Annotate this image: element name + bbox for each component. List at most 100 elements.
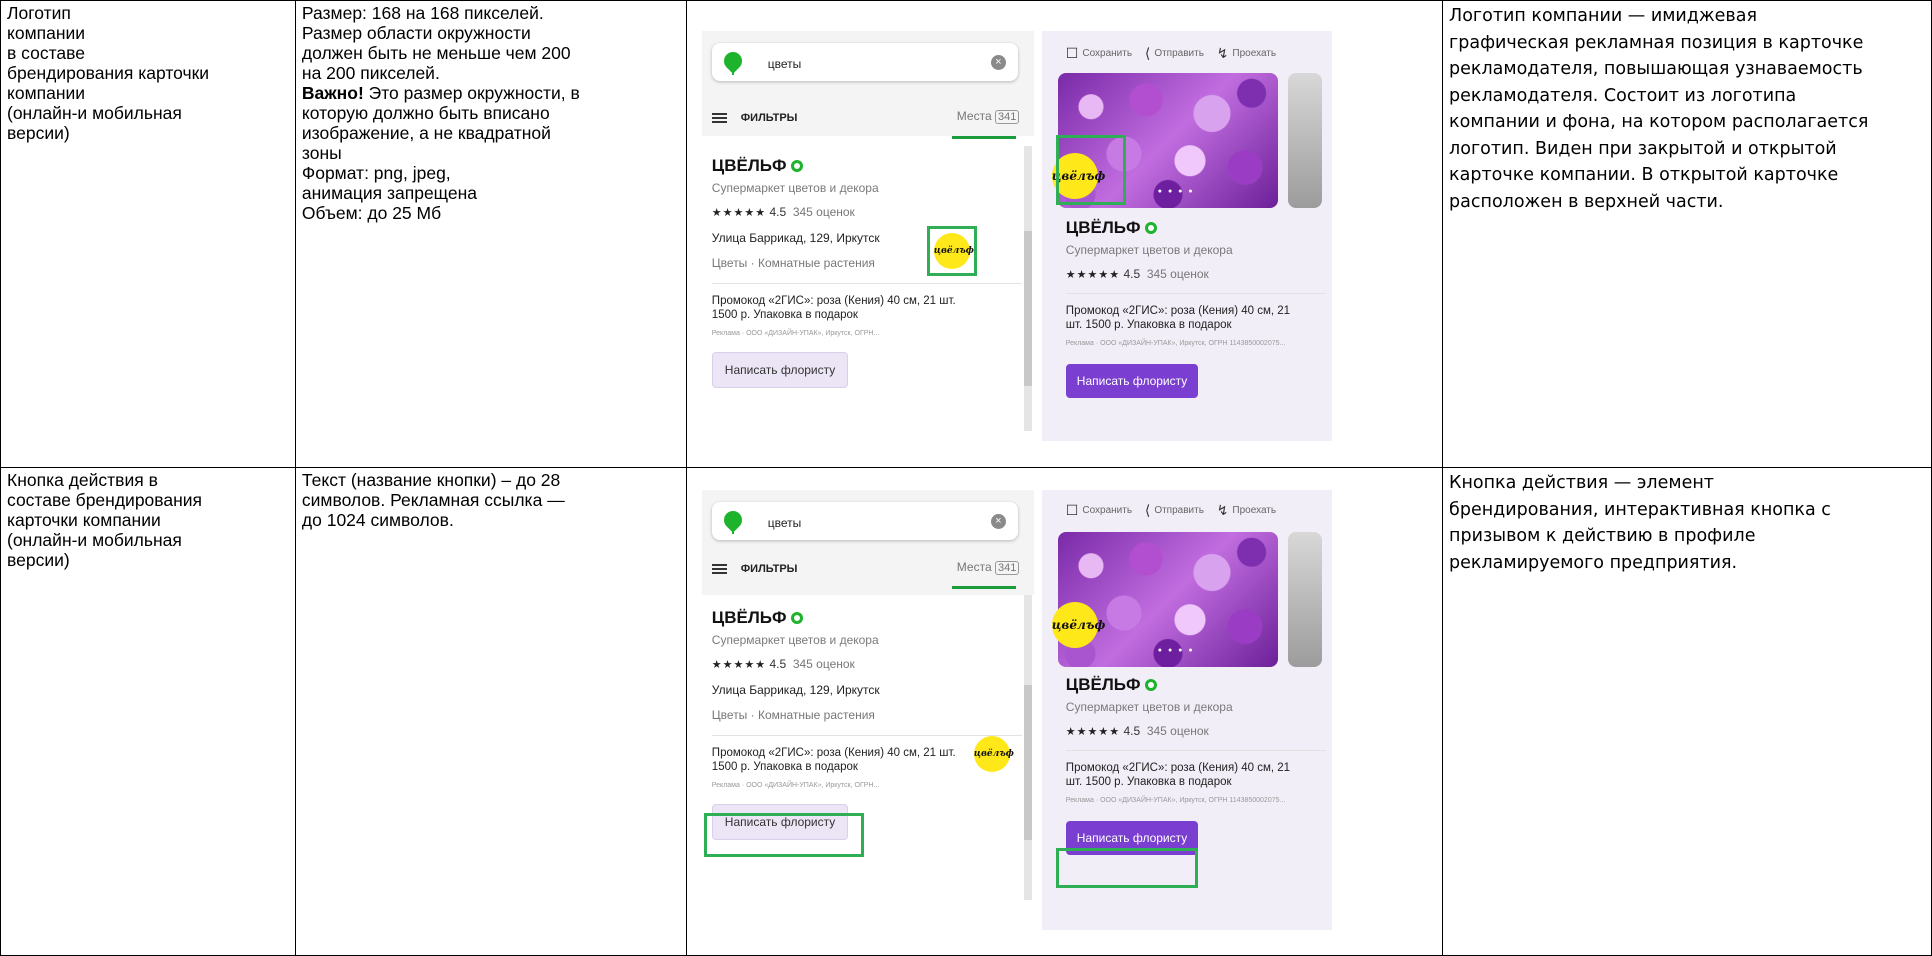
description-line: карточке компании. В открытой карточке <box>1449 165 1839 185</box>
next-photo[interactable] <box>1287 73 1322 208</box>
element-name-line: (онлайн-и мобильная <box>7 103 182 123</box>
requirement-text: Размер области окружности <box>301 23 531 43</box>
places-tab[interactable]: Места 341 <box>957 106 1020 127</box>
scrollbar-thumb[interactable] <box>1023 231 1032 386</box>
rating-value: 4.5 <box>1123 724 1141 738</box>
rating-row: ★★★★★ 4.5 345 оценок <box>1066 264 1326 285</box>
route-button[interactable]: ↯ Проехать <box>1217 45 1276 61</box>
description-line: логотип. Виден при закрытой и открытой <box>1449 138 1837 159</box>
description-line: расположен в верхней части. <box>1449 191 1724 212</box>
search-query: цветы <box>767 57 802 71</box>
rating-row: ★★★★★ 4.5 345 оценок <box>1066 721 1326 742</box>
rating-row: ★★★★★ 4.5 345 оценок <box>712 202 1022 223</box>
requirement-line: должен быть не меньше чем 200 <box>302 43 686 63</box>
profile-info: ЦВЁЛЬФ Супермаркет цветов и декора ★★★★★… <box>1065 218 1326 398</box>
description-line: Кнопка действия — элемент <box>1449 473 1714 493</box>
rating-value: 4.5 <box>1123 267 1141 281</box>
screenshot-cell: цветы × ФИЛЬТРЫ Места 341 ЦВЁЛЬФ Суперма… <box>685 0 1444 468</box>
places-tab[interactable]: Места 341 <box>957 557 1020 578</box>
search-query: цветы <box>767 516 802 530</box>
route-button[interactable]: ↯ Проехать <box>1217 502 1276 518</box>
share-button[interactable]: ⟨ Отправить <box>1144 45 1204 61</box>
promo-text: Промокод «2ГИС»: роза (Кения) 40 см, 21 … <box>711 295 956 321</box>
company-name: ЦВЁЛЬФ <box>1065 218 1141 237</box>
next-photo[interactable] <box>1287 532 1322 667</box>
description-line: графическая рекламная позиция в карточке <box>1449 32 1864 53</box>
clear-icon[interactable]: × <box>990 55 1006 70</box>
stars-icon: ★★★★★ <box>1065 726 1121 738</box>
profile-logo: цвёлъф <box>1051 602 1105 648</box>
verified-icon <box>790 612 803 624</box>
verified-icon <box>790 160 803 172</box>
legal-text: Реклама · ООО «ДИЗАЙН-УПАК», Иркутск, ОГ… <box>1065 797 1286 804</box>
legal-text: Реклама · ООО «ДИЗАЙН-УПАК», Иркутск, ОГ… <box>1065 340 1286 347</box>
company-name: ЦВЁЛЬФ <box>1065 675 1141 694</box>
element-name-line: Логотип <box>7 3 71 23</box>
requirement-text: анимация запрещена <box>301 183 478 203</box>
divider <box>711 735 1022 736</box>
carousel-dots: ● ● ● ● <box>1157 188 1195 195</box>
highlight-frame <box>703 813 864 857</box>
company-photo[interactable]: ● ● ● ● <box>1057 532 1278 667</box>
element-name-line: (онлайн-и мобильная <box>7 530 182 550</box>
places-label: Места <box>956 560 992 574</box>
filter-icon <box>711 562 727 576</box>
verified-icon <box>1144 222 1157 234</box>
requirement-line: Размер области окружности <box>302 23 686 43</box>
profile-actions: ☐ Сохранить ⟨ Отправить ↯ Проехать <box>1066 500 1286 521</box>
promo-text: Промокод «2ГИС»: роза (Кения) 40 см, 21 … <box>711 747 956 773</box>
filters-button[interactable]: ФИЛЬТРЫ <box>711 108 798 128</box>
reviews-count: 345 оценок <box>792 205 855 219</box>
requirement-line: анимация запрещена <box>302 183 686 203</box>
requirement-line: до 1024 символов. <box>302 510 686 530</box>
company-subtitle: Супермаркет цветов и декора <box>711 633 879 647</box>
share-icon: ⟨ <box>1144 45 1151 61</box>
company-card[interactable]: ЦВЁЛЬФ Супермаркет цветов и декора ★★★★★… <box>711 608 1022 840</box>
requirement-line: Формат: png, jpeg, <box>302 163 686 183</box>
filters-button[interactable]: ФИЛЬТРЫ <box>711 559 797 579</box>
save-button[interactable]: ☐ Сохранить <box>1066 502 1132 518</box>
description-line: рекламодателя. Состоит из логотипа <box>1449 85 1797 106</box>
stars-icon: ★★★★★ <box>711 207 767 219</box>
reviews-count: 345 оценок <box>1146 267 1209 281</box>
element-name-line: Кнопка действия в <box>7 470 158 490</box>
element-name-line: компании <box>7 23 86 43</box>
clear-icon[interactable]: × <box>990 514 1006 529</box>
description-line: брендирования, интерактивная кнопка с <box>1449 499 1831 520</box>
divider <box>711 283 1022 284</box>
requirement-text: Объем: до 25 Мб <box>301 203 442 223</box>
requirement-line: на 200 пикселей. <box>302 63 686 83</box>
save-button[interactable]: ☐ Сохранить <box>1066 45 1132 61</box>
button-mockup: цветы × ФИЛЬТРЫ Места 341 ЦВЁЛЬФ Суперма… <box>701 490 1392 930</box>
filters-label: ФИЛЬТРЫ <box>740 112 798 124</box>
search-bar[interactable]: цветы × <box>711 502 1018 540</box>
element-name-line: в составе <box>7 43 85 63</box>
share-icon: ⟨ <box>1144 502 1151 518</box>
company-subtitle: Супермаркет цветов и декора <box>711 181 879 195</box>
table-row: Кнопка действия в составе брендирования ка… <box>0 467 1932 956</box>
share-button[interactable]: ⟨ Отправить <box>1144 502 1204 518</box>
requirement-line: изображение, а не квадратной <box>302 123 686 143</box>
profile-info: ЦВЁЛЬФ Супермаркет цветов и декора ★★★★★… <box>1065 675 1326 855</box>
scrollbar-thumb[interactable] <box>1023 685 1032 840</box>
search-bar[interactable]: цветы × <box>711 43 1018 81</box>
screenshot-cell: цветы × ФИЛЬТРЫ Места 341 ЦВЁЛЬФ Суперма… <box>685 467 1444 956</box>
places-count: 341 <box>994 110 1020 124</box>
requirement-line: зоны <box>302 143 686 163</box>
promo-text: Промокод «2ГИС»: роза (Кения) 40 см, 21 … <box>1065 305 1291 331</box>
requirement-text: которую должно быть вписано <box>301 103 550 123</box>
requirement-line: которую должно быть вписано <box>302 103 686 123</box>
requirement-text: зоны <box>301 143 342 163</box>
filter-icon <box>711 111 727 125</box>
write-florist-button[interactable]: Написать флористу <box>711 352 849 388</box>
active-tab-underline <box>951 136 1016 139</box>
element-name-line: версии) <box>7 550 70 570</box>
requirement-text: изображение, а не квадратной <box>301 123 551 143</box>
legal-text: Реклама · ООО «ДИЗАЙН-УПАК», Иркутск, ОГ… <box>711 330 880 337</box>
table-row: Логотип компании в составе брендирования ка… <box>0 0 1932 468</box>
requirements-table: Логотип компании в составе брендирования ка… <box>0 0 1932 956</box>
stars-icon: ★★★★★ <box>711 659 767 671</box>
write-florist-button[interactable]: Написать флористу <box>1065 364 1199 398</box>
requirement-text: Текст (название кнопки) – до 28 <box>301 470 561 490</box>
requirements-cell: Размер: 168 на 168 пикселей. Размер облас… <box>294 0 687 468</box>
